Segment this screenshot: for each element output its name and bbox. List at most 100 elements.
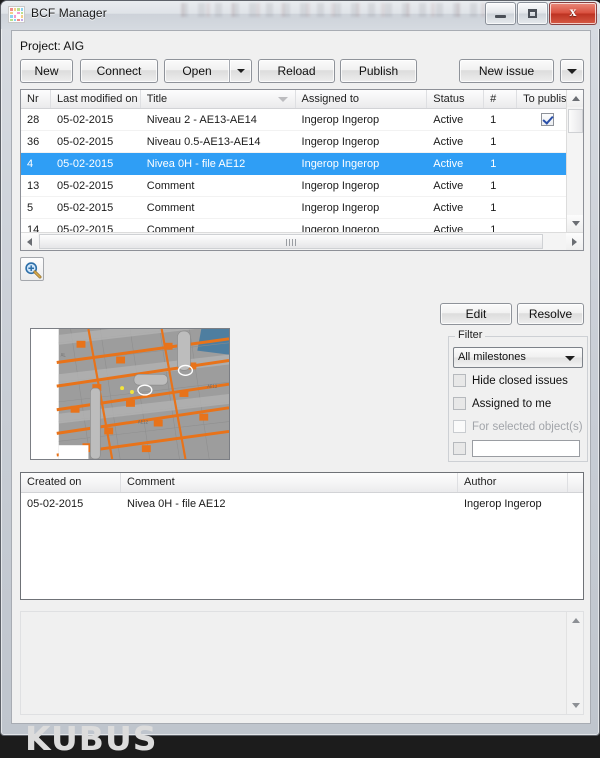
text-filter-checkbox[interactable]: [453, 442, 466, 455]
text-filter-row[interactable]: [453, 440, 580, 457]
column-header-modified[interactable]: Last modified on: [51, 90, 141, 108]
table-row[interactable]: 4 05-02-2015 Nivea 0H - file AE12 Ingerop I…: [21, 153, 583, 175]
cell-status: Active: [433, 179, 464, 192]
column-header-created-on[interactable]: Created on: [21, 473, 121, 492]
cell-comment: Nivea 0H - file AE12: [127, 498, 226, 510]
window-title: BCF Manager: [31, 6, 107, 20]
scroll-left-icon[interactable]: [21, 233, 38, 250]
detail-text-panel[interactable]: [20, 611, 584, 715]
cell-modified: 05-02-2015: [56, 157, 114, 170]
list-item[interactable]: 05-02-2015 Nivea 0H - file AE12 Ingerop In…: [21, 493, 583, 515]
app-icon: [8, 6, 25, 23]
cell-count: 1: [490, 179, 497, 192]
cell-nr: 4: [27, 157, 34, 170]
cell-count: 1: [490, 135, 497, 148]
cell-assigned: Ingerop Ingerop: [301, 179, 380, 192]
resolve-button[interactable]: Resolve: [517, 303, 584, 325]
chevron-down-icon: [236, 69, 245, 73]
client-area: Project: AIG New Connect Open Reload Pub…: [11, 30, 591, 758]
cell-modified: 05-02-2015: [56, 223, 114, 233]
close-icon: x: [569, 5, 577, 20]
cell-modified: 05-02-2015: [56, 201, 114, 214]
scroll-down-icon[interactable]: [567, 215, 583, 232]
title-bar[interactable]: BCF Manager x: [1, 1, 600, 29]
cell-assigned: Ingerop Ingerop: [301, 135, 380, 148]
more-options-dropdown-button[interactable]: [560, 59, 584, 83]
column-header-comment[interactable]: Comment: [121, 473, 458, 492]
cell-nr: 13: [27, 179, 40, 192]
maximize-button[interactable]: [517, 2, 548, 25]
issues-horizontal-scrollbar[interactable]: [21, 232, 583, 250]
cell-title: Comment: [146, 223, 195, 233]
open-button[interactable]: Open: [164, 59, 230, 83]
table-row[interactable]: 14 05-02-2015 Comment Ingerop Ingerop Active…: [21, 219, 583, 233]
cell-status: Active: [433, 113, 464, 126]
reload-button[interactable]: Reload: [258, 59, 335, 83]
assigned-to-me-checkbox[interactable]: [453, 397, 466, 410]
zoom-snapshot-button[interactable]: [20, 257, 44, 281]
cell-assigned: Ingerop Ingerop: [301, 201, 380, 214]
cell-title: Nivea 0H - file AE12: [146, 157, 246, 170]
table-row[interactable]: 13 05-02-2015 Comment Ingerop Ingerop Active…: [21, 175, 583, 197]
close-button[interactable]: x: [549, 2, 597, 25]
cell-author: Ingerop Ingerop: [464, 498, 542, 510]
chevron-down-icon: [565, 356, 575, 361]
column-header-title-label: Title: [146, 93, 168, 105]
assigned-to-me-row[interactable]: Assigned to me: [453, 397, 551, 410]
new-button[interactable]: New: [20, 59, 73, 83]
column-header-status[interactable]: Status: [427, 90, 485, 108]
cell-title: Niveau 2 - AE13-AE14: [146, 113, 257, 126]
table-row[interactable]: 36 05-02-2015 Niveau 0.5-AE13-AE14 Ingerop …: [21, 131, 583, 153]
for-selected-objects-checkbox: [453, 420, 466, 433]
detail-panel-scrollbar[interactable]: [566, 612, 583, 714]
issue-snapshot[interactable]: AL AE12 AE12: [30, 328, 230, 460]
hide-closed-issues-row[interactable]: Hide closed issues: [453, 374, 568, 387]
cell-status: Active: [433, 135, 464, 148]
scroll-up-icon[interactable]: [567, 90, 583, 107]
column-header-nr[interactable]: Nr: [21, 90, 51, 108]
issues-vertical-scrollbar[interactable]: [566, 90, 583, 232]
publish-button[interactable]: Publish: [340, 59, 417, 83]
issues-hscroll-thumb[interactable]: [39, 234, 543, 249]
chevron-down-icon: [567, 68, 577, 74]
comments-table[interactable]: Created on Comment Author 05-02-2015 Nive…: [20, 472, 584, 600]
kubus-logo: KUBUS: [25, 719, 158, 758]
bcf-manager-window: BCF Manager x Project: AIG New Connect O…: [0, 0, 600, 758]
column-header-author[interactable]: Author: [458, 473, 568, 492]
issues-vscroll-thumb[interactable]: [568, 109, 583, 133]
cell-count: 1: [490, 113, 497, 126]
connect-button[interactable]: Connect: [80, 59, 158, 83]
cell-assigned: Ingerop Ingerop: [301, 157, 380, 170]
table-row[interactable]: 5 05-02-2015 Comment Ingerop Ingerop Active 1: [21, 197, 583, 219]
table-row[interactable]: 28 05-02-2015 Niveau 2 - AE13-AE14 Ingerop …: [21, 109, 583, 131]
column-header-count[interactable]: #: [484, 90, 518, 108]
new-issue-button[interactable]: New issue: [459, 59, 554, 83]
scroll-down-icon[interactable]: [567, 697, 584, 714]
scroll-right-icon[interactable]: [566, 233, 583, 250]
hide-closed-issues-label: Hide closed issues: [472, 374, 568, 387]
issues-table-body: 28 05-02-2015 Niveau 2 - AE13-AE14 Ingerop …: [21, 109, 583, 232]
filter-legend: Filter: [455, 329, 486, 341]
cell-status: Active: [433, 201, 464, 214]
magnifier-plus-icon: [25, 262, 42, 279]
milestone-select[interactable]: All milestones: [453, 347, 583, 368]
minimize-icon: [495, 15, 506, 18]
to-publish-checkbox[interactable]: [541, 113, 555, 126]
cell-nr: 5: [27, 201, 34, 214]
for-selected-objects-label: For selected object(s): [472, 420, 583, 433]
cell-nr: 14: [27, 223, 40, 233]
column-header-assigned[interactable]: Assigned to: [296, 90, 428, 108]
cell-modified: 05-02-2015: [56, 179, 114, 192]
for-selected-objects-row: For selected object(s): [453, 420, 583, 433]
hide-closed-issues-checkbox[interactable]: [453, 374, 466, 387]
issues-table[interactable]: Nr Last modified on Title Assigned to St…: [20, 89, 584, 251]
cell-count: 1: [490, 223, 497, 233]
scroll-up-icon[interactable]: [567, 612, 584, 629]
minimize-button[interactable]: [485, 2, 516, 25]
open-dropdown-button[interactable]: [230, 59, 252, 83]
column-header-title[interactable]: Title: [141, 90, 296, 108]
edit-button[interactable]: Edit: [440, 303, 512, 325]
cell-modified: 05-02-2015: [56, 135, 114, 148]
svg-text:AE12: AE12: [138, 420, 149, 425]
text-filter-input[interactable]: [472, 440, 580, 457]
